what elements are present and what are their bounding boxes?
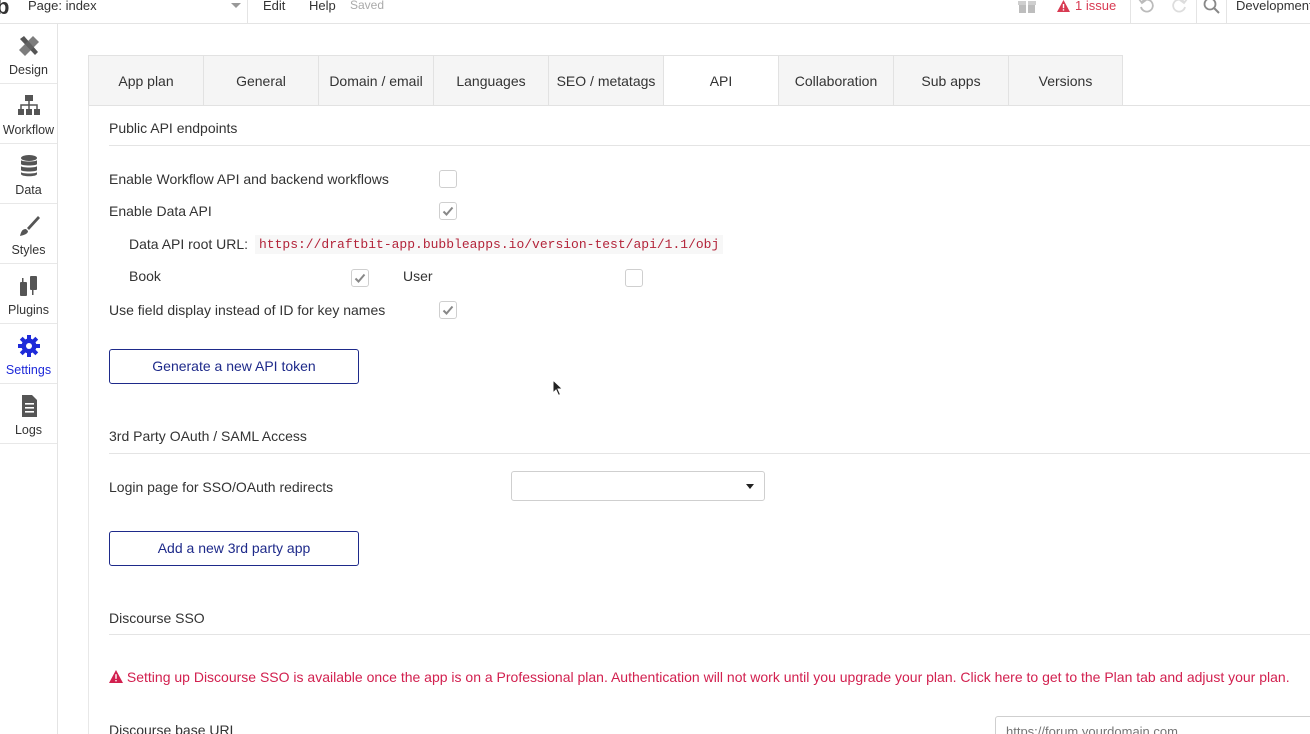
save-status: Saved <box>350 0 385 12</box>
divider <box>1196 0 1197 23</box>
gear-icon <box>18 335 40 357</box>
discourse-base-url-input[interactable] <box>995 716 1310 734</box>
sidebar-item-label: Design <box>9 63 48 77</box>
design-icon <box>19 36 39 56</box>
section-title-oauth: 3rd Party OAuth / SAML Access <box>109 428 307 444</box>
page-selector-label: Page: index <box>28 0 97 13</box>
data-type-checkbox-user[interactable] <box>625 269 643 287</box>
discourse-plan-warning[interactable]: Setting up Discourse SSO is available on… <box>109 666 1310 688</box>
data-type-checkbox-book[interactable] <box>351 269 369 287</box>
tab-versions[interactable]: Versions <box>1009 56 1123 105</box>
discourse-base-url-label: Discourse base URL <box>109 722 238 734</box>
settings-tabs: App plan General Domain / email Language… <box>88 55 1123 106</box>
tab-app-plan[interactable]: App plan <box>89 56 204 105</box>
section-divider <box>109 453 1310 454</box>
login-page-dropdown[interactable] <box>511 471 765 501</box>
add-3rd-party-app-button[interactable]: Add a new 3rd party app <box>109 531 359 566</box>
generate-api-token-button[interactable]: Generate a new API token <box>109 349 359 384</box>
sidebar-item-label: Styles <box>11 243 46 257</box>
sidebar-item-label: Settings <box>5 363 52 377</box>
sidebar-item-label: Logs <box>14 423 43 437</box>
divider <box>1226 0 1227 23</box>
workflow-api-label: Enable Workflow API and backend workflow… <box>109 171 389 187</box>
tab-sub-apps[interactable]: Sub apps <box>894 56 1009 105</box>
section-divider <box>109 145 1310 146</box>
login-page-label: Login page for SSO/OAuth redirects <box>109 479 334 495</box>
database-icon <box>21 155 37 177</box>
field-display-label: Use field display instead of ID for key … <box>109 302 386 318</box>
redo-icon[interactable] <box>1169 0 1189 19</box>
tab-api[interactable]: API <box>664 56 779 105</box>
data-api-checkbox[interactable] <box>439 202 457 220</box>
bubble-logo[interactable]: b <box>0 0 9 20</box>
data-api-root-url: https://draftbit-app.bubbleapps.io/versi… <box>255 235 724 254</box>
gift-icon[interactable] <box>1017 0 1037 17</box>
sidebar-item-data[interactable]: Data <box>0 144 57 204</box>
checkmark-icon <box>354 273 366 283</box>
tab-languages[interactable]: Languages <box>434 56 549 105</box>
page-selector[interactable]: Page: index <box>18 0 248 23</box>
issues-indicator[interactable]: 1 issue <box>1057 0 1116 13</box>
menu-edit[interactable]: Edit <box>263 0 285 13</box>
section-title-discourse: Discourse SSO <box>109 610 205 626</box>
environment-selector[interactable]: Development <box>1236 0 1310 13</box>
sidebar-item-settings[interactable]: Settings <box>0 324 57 384</box>
tab-domain-email[interactable]: Domain / email <box>319 56 434 105</box>
sidebar-item-label: Data <box>15 183 42 197</box>
sidebar-item-workflow[interactable]: Workflow <box>0 84 57 144</box>
top-bar: b Page: index Edit Help Saved 1 issue De… <box>0 0 1310 24</box>
tab-collaboration[interactable]: Collaboration <box>779 56 894 105</box>
caret-down-icon <box>746 484 754 489</box>
sidebar-item-design[interactable]: Design <box>0 24 57 84</box>
sidebar-item-label: Plugins <box>8 303 49 317</box>
sidebar-item-logs[interactable]: Logs <box>0 384 57 444</box>
data-type-label-user: User <box>403 268 433 284</box>
tabs-divider <box>1122 105 1310 106</box>
data-api-root-url-label: Data API root URL: <box>129 236 249 252</box>
sidebar-item-label: Workflow <box>2 123 55 137</box>
sidebar-item-plugins[interactable]: Plugins <box>0 264 57 324</box>
search-icon[interactable] <box>1202 0 1222 19</box>
document-icon <box>22 395 37 417</box>
checkmark-icon <box>442 305 454 315</box>
workflow-icon <box>18 95 40 115</box>
data-type-label-book: Book <box>129 268 161 284</box>
field-display-checkbox[interactable] <box>439 301 457 319</box>
brush-icon <box>20 216 40 236</box>
data-api-label: Enable Data API <box>109 203 212 219</box>
divider <box>1130 0 1131 23</box>
content-border <box>88 105 89 734</box>
chevron-down-icon <box>231 3 241 8</box>
checkmark-icon <box>442 206 454 216</box>
section-title-public-api: Public API endpoints <box>109 120 238 136</box>
tab-general[interactable]: General <box>204 56 319 105</box>
warning-icon <box>1057 0 1070 12</box>
plug-icon <box>20 276 37 296</box>
section-divider <box>109 634 1310 635</box>
menu-help[interactable]: Help <box>309 0 336 13</box>
mouse-cursor-icon <box>552 379 564 397</box>
warning-icon <box>109 670 123 683</box>
tab-seo-metatags[interactable]: SEO / metatags <box>549 56 664 105</box>
issue-count: 1 issue <box>1075 0 1117 13</box>
undo-icon[interactable] <box>1137 0 1157 19</box>
left-sidebar: Design Workflow Data Styles Plugins Sett… <box>0 24 58 734</box>
sidebar-item-styles[interactable]: Styles <box>0 204 57 264</box>
warning-text: Setting up Discourse SSO is available on… <box>126 669 1290 685</box>
workflow-api-checkbox[interactable] <box>439 170 457 188</box>
